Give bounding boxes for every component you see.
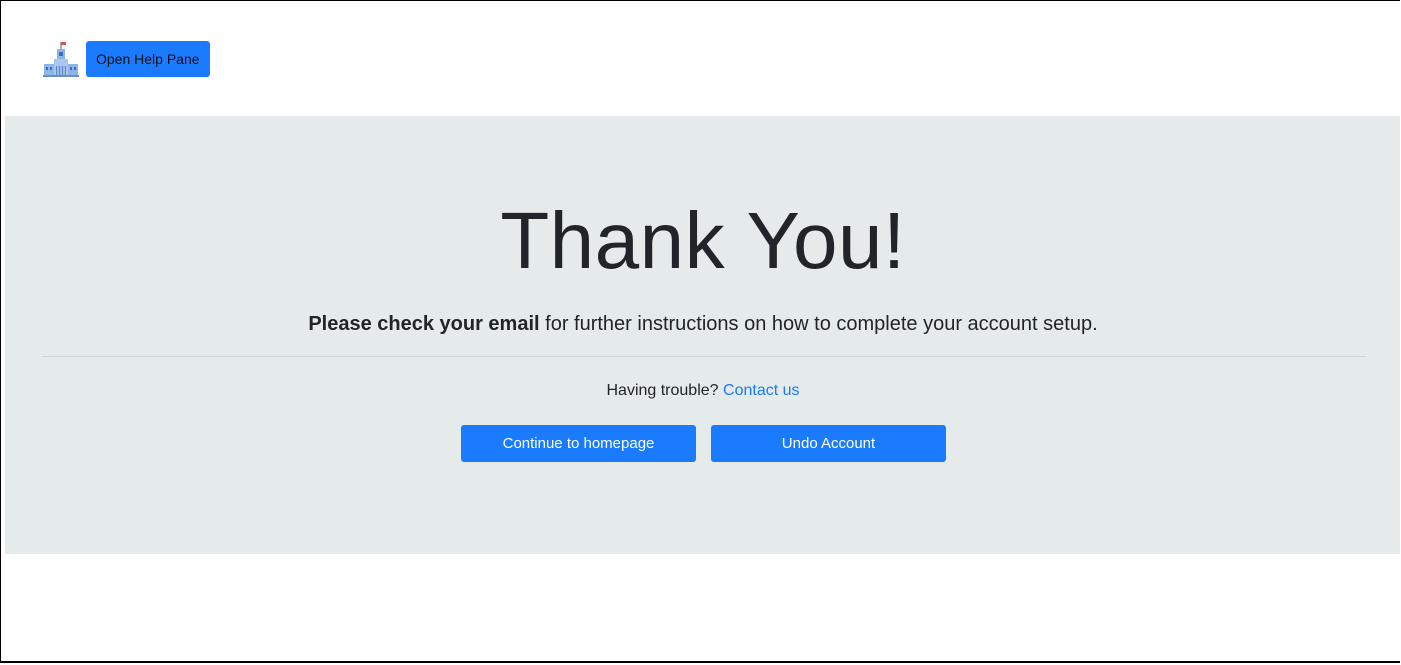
trouble-text: Having trouble? bbox=[606, 382, 719, 399]
city-hall-icon bbox=[41, 39, 81, 79]
thank-you-panel: Thank You! Please check your email for f… bbox=[5, 116, 1400, 554]
undo-account-button[interactable]: Undo Account bbox=[711, 425, 946, 462]
divider bbox=[42, 356, 1366, 357]
contact-us-link[interactable]: Contact us bbox=[723, 382, 799, 399]
page-frame: Open Help Pane Thank You! Please check y… bbox=[0, 0, 1400, 663]
action-buttons: Continue to homepage Undo Account bbox=[461, 425, 946, 462]
instructions-message: Please check your email for further inst… bbox=[5, 313, 1400, 336]
page-title: Thank You! bbox=[500, 196, 906, 285]
instructions-text: for further instructions on how to compl… bbox=[539, 313, 1098, 335]
open-help-pane-button[interactable]: Open Help Pane bbox=[86, 41, 210, 77]
top-bar: Open Help Pane bbox=[41, 39, 210, 79]
instructions-emphasis: Please check your email bbox=[308, 313, 540, 335]
help-line: Having trouble? Contact us bbox=[5, 382, 1400, 400]
continue-to-homepage-button[interactable]: Continue to homepage bbox=[461, 425, 696, 462]
